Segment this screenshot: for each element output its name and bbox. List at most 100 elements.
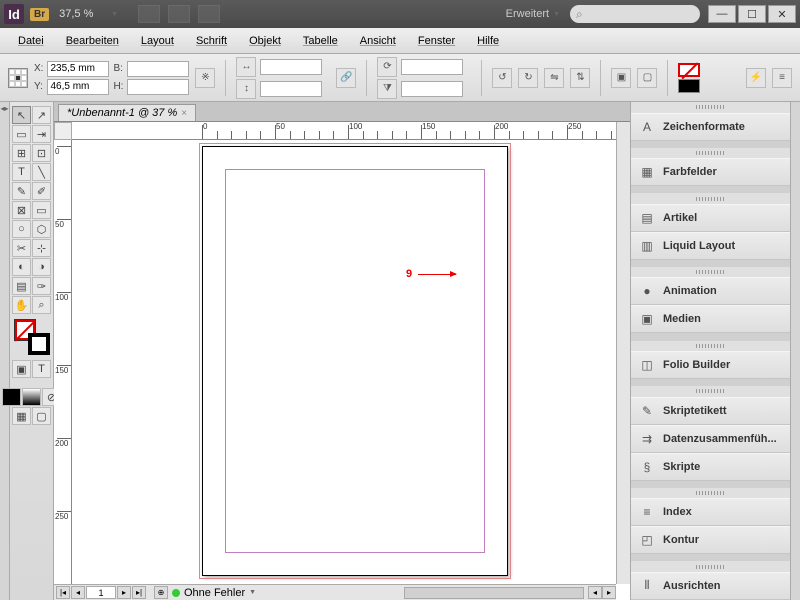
line-tool[interactable]: ╲ (32, 163, 51, 181)
panel-index[interactable]: ≡Index (631, 498, 790, 526)
scale-y-icon[interactable]: ↕ (236, 79, 256, 99)
next-page-button[interactable]: ▸ (117, 586, 131, 599)
page-tool[interactable]: ▭ (12, 125, 31, 143)
menu-hilfe[interactable]: Hilfe (467, 32, 509, 50)
select-container-icon[interactable]: ▣ (611, 68, 631, 88)
prev-page-button[interactable]: ◂ (71, 586, 85, 599)
canvas[interactable]: 9 (72, 140, 616, 584)
panel-animation[interactable]: ●Animation (631, 277, 790, 305)
quick-apply-icon[interactable]: ⚡ (746, 68, 766, 88)
arrange-docs-icon[interactable] (198, 5, 220, 23)
view-mode-preview-icon[interactable]: ▢ (32, 407, 51, 425)
flip-v-icon[interactable]: ⇅ (570, 68, 590, 88)
panel-farbfelder[interactable]: ▦Farbfelder (631, 158, 790, 186)
select-content-icon[interactable]: ▢ (637, 68, 657, 88)
open-panel-button[interactable]: ⊕ (154, 586, 168, 599)
formatting-text-icon[interactable]: T (32, 360, 51, 378)
menu-layout[interactable]: Layout (131, 32, 184, 50)
panel-datenzusammenf-h-[interactable]: ⇉Datenzusammenfüh... (631, 425, 790, 453)
scissors-tool[interactable]: ✂ (12, 239, 31, 257)
formatting-container-icon[interactable]: ▣ (12, 360, 31, 378)
menu-bearbeiten[interactable]: Bearbeiten (56, 32, 129, 50)
search-input[interactable] (570, 5, 700, 23)
rotate-ccw-icon[interactable]: ↺ (492, 68, 512, 88)
panel-skriptetikett[interactable]: ✎Skriptetikett (631, 397, 790, 425)
workspace-selector[interactable]: Erweitert▼ (506, 8, 560, 20)
fill-swatch[interactable] (678, 63, 700, 77)
pencil-tool[interactable]: ✐ (32, 182, 51, 200)
first-page-button[interactable]: |◂ (56, 586, 70, 599)
view-options-icon[interactable] (138, 5, 160, 23)
content-placer-tool[interactable]: ⊡ (32, 144, 51, 162)
h-input[interactable] (127, 79, 189, 95)
vertical-ruler[interactable]: 050100150200250 (54, 140, 72, 584)
flip-h-icon[interactable]: ⇋ (544, 68, 564, 88)
panel-zeichenformate[interactable]: AZeichenformate (631, 113, 790, 141)
panel-skripte[interactable]: §Skripte (631, 453, 790, 481)
gap-tool[interactable]: ⇥ (32, 125, 51, 143)
scroll-left-button[interactable]: ◂ (588, 586, 602, 599)
rotate-cw-icon[interactable]: ↻ (518, 68, 538, 88)
ellipse-tool[interactable]: ○ (12, 220, 31, 238)
menu-schrift[interactable]: Schrift (186, 32, 237, 50)
panel-medien[interactable]: ▣Medien (631, 305, 790, 333)
y-input[interactable] (47, 79, 109, 95)
menu-datei[interactable]: Datei (8, 32, 54, 50)
rectangle-frame-tool[interactable]: ⊠ (12, 201, 31, 219)
zoom-selector[interactable]: ▼ (59, 8, 118, 20)
polygon-tool[interactable]: ⬡ (32, 220, 51, 238)
note-tool[interactable]: ▤ (12, 277, 31, 295)
right-dock-edge[interactable] (790, 102, 800, 600)
panel-artikel[interactable]: ▤Artikel (631, 204, 790, 232)
scale-x-icon[interactable]: ↔ (236, 57, 256, 77)
direct-selection-tool[interactable]: ↗ (32, 106, 51, 124)
reference-point-grid[interactable] (8, 68, 28, 88)
page-number-input[interactable] (86, 586, 116, 599)
rotate-icon[interactable]: ⟳ (377, 57, 397, 77)
menu-fenster[interactable]: Fenster (408, 32, 465, 50)
panel-kontur[interactable]: ◰Kontur (631, 526, 790, 554)
page[interactable] (202, 146, 508, 576)
scale-x-input[interactable] (260, 59, 322, 75)
zoom-input[interactable] (59, 8, 109, 20)
vertical-scrollbar[interactable] (616, 122, 630, 584)
free-transform-tool[interactable]: ⊹ (32, 239, 51, 257)
left-dock-edge[interactable]: ◂▸ (0, 102, 10, 600)
zoom-tool[interactable]: ⌕ (32, 296, 51, 314)
tab-close-icon[interactable]: × (181, 108, 187, 119)
pen-tool[interactable]: ✎ (12, 182, 31, 200)
panel-liquid-layout[interactable]: ▥Liquid Layout (631, 232, 790, 260)
close-button[interactable]: ✕ (768, 5, 796, 23)
x-input[interactable] (47, 61, 109, 77)
scroll-right-button[interactable]: ▸ (602, 586, 616, 599)
maximize-button[interactable]: ☐ (738, 5, 766, 23)
horizontal-ruler[interactable]: 050100150200250 (72, 122, 616, 140)
gradient-swatch-tool[interactable]: ◐ (12, 258, 31, 276)
content-collector-tool[interactable]: ⊞ (12, 144, 31, 162)
panel-folio-builder[interactable]: ◫Folio Builder (631, 351, 790, 379)
gradient-feather-tool[interactable]: ◑ (32, 258, 51, 276)
preflight-status-icon[interactable] (172, 589, 180, 597)
panel-grip-icon[interactable] (696, 105, 726, 109)
bridge-badge[interactable]: Br (30, 8, 49, 21)
shear-input[interactable] (401, 81, 463, 97)
panel-menu-icon[interactable]: ≡ (772, 68, 792, 88)
apply-color-icon[interactable] (2, 388, 21, 406)
rotate-input[interactable] (401, 59, 463, 75)
type-tool[interactable]: T (12, 163, 31, 181)
scale-y-input[interactable] (260, 81, 322, 97)
shear-icon[interactable]: ⧩ (377, 79, 397, 99)
document-tab[interactable]: *Unbenannt-1 @ 37 % × (58, 104, 196, 121)
horizontal-scrollbar[interactable] (404, 587, 584, 599)
screen-mode-icon[interactable] (168, 5, 190, 23)
rectangle-tool[interactable]: ▭ (32, 201, 51, 219)
view-mode-normal-icon[interactable]: ▦ (12, 407, 31, 425)
minimize-button[interactable]: — (708, 5, 736, 23)
hand-tool[interactable]: ✋ (12, 296, 31, 314)
menu-tabelle[interactable]: Tabelle (293, 32, 348, 50)
menu-ansicht[interactable]: Ansicht (350, 32, 406, 50)
selection-tool[interactable]: ↖ (12, 106, 31, 124)
constrain-icon[interactable]: ※ (195, 68, 215, 88)
last-page-button[interactable]: ▸| (132, 586, 146, 599)
fill-stroke-swatch[interactable] (14, 319, 50, 355)
